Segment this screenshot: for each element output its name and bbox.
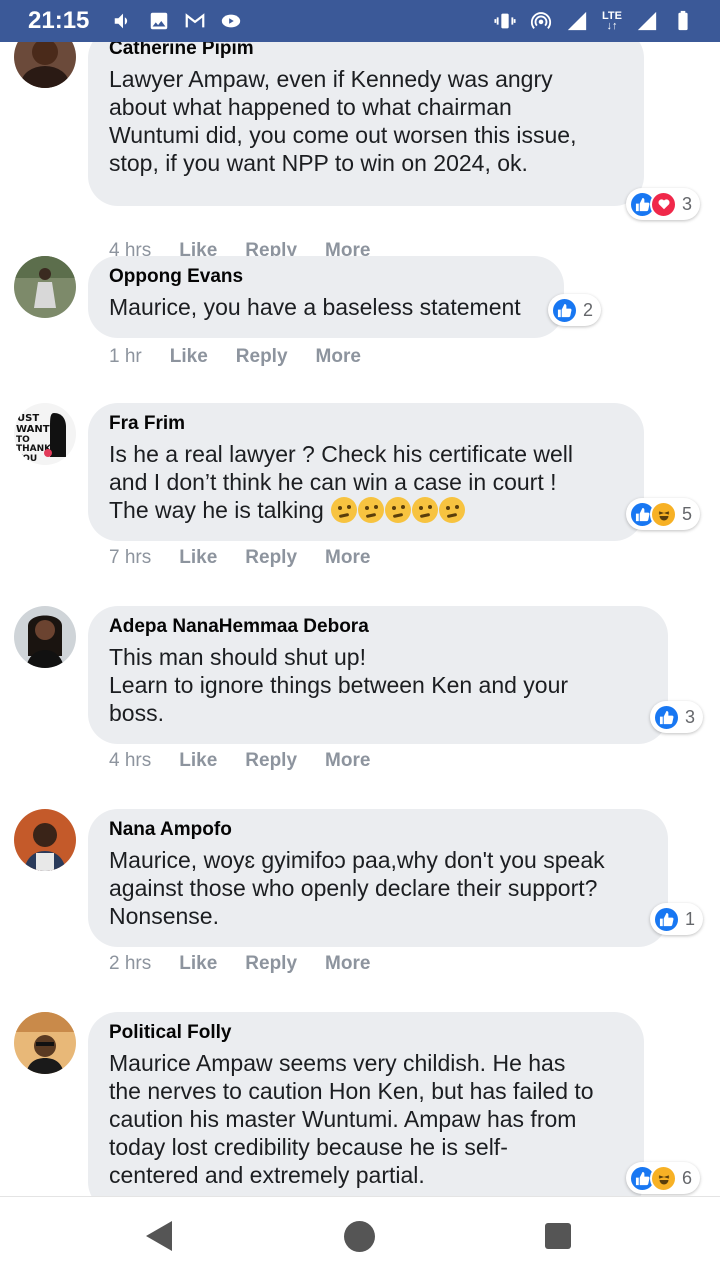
svg-text:YOU: YOU	[15, 454, 37, 464]
reaction-count: 2	[583, 299, 594, 320]
reaction-count: 1	[685, 908, 696, 929]
more-button[interactable]: More	[325, 750, 370, 772]
comment-text: Maurice, you have a baseless statement	[109, 294, 521, 320]
reply-button[interactable]: Reply	[245, 750, 297, 772]
navigation-bar	[0, 1196, 720, 1280]
haha-reaction-icon	[650, 1164, 677, 1192]
comment-actions: 4 hrs Like Reply More	[109, 750, 398, 772]
reaction-count: 6	[682, 1167, 693, 1188]
like-button[interactable]: Like	[179, 547, 217, 569]
like-reaction-icon	[653, 703, 680, 731]
thinking-face-emoji	[331, 497, 358, 523]
thinking-face-emoji	[439, 497, 466, 523]
avatar[interactable]	[14, 606, 76, 668]
signal-icon	[567, 11, 587, 31]
comment-bubble[interactable]: Adepa NanaHemmaa Debora This man should …	[88, 606, 668, 744]
reply-button[interactable]: Reply	[245, 547, 297, 569]
avatar[interactable]	[14, 1012, 76, 1074]
media-icon	[221, 14, 241, 28]
notification-icons	[112, 10, 242, 32]
like-button[interactable]: Like	[179, 750, 217, 772]
comment-author[interactable]: Political Folly	[109, 1020, 624, 1046]
comment-text: Maurice Ampaw seems very childish. He ha…	[109, 1050, 594, 1188]
comment-author[interactable]: Nana Ampofo	[109, 817, 648, 843]
more-button[interactable]: More	[316, 346, 361, 368]
comment-actions: 7 hrs Like Reply More	[109, 547, 398, 569]
recents-icon[interactable]	[545, 1223, 571, 1249]
reaction-summary[interactable]: 1	[650, 903, 704, 935]
avatar[interactable]	[14, 256, 76, 318]
svg-text:WANT: WANT	[16, 424, 50, 435]
comments-feed[interactable]: Catherine Pipim Lawyer Ampaw, even if Ke…	[0, 42, 720, 1196]
network-type: LTE	[602, 10, 622, 22]
gmail-icon	[185, 13, 205, 28]
comment-time: 7 hrs	[109, 547, 152, 568]
avatar[interactable]	[14, 42, 76, 88]
status-time: 21:15	[28, 7, 90, 34]
comment-text: Lawyer Ampaw, even if Kennedy was angry …	[109, 66, 577, 176]
reaction-summary[interactable]: 3	[650, 701, 704, 733]
status-bar: 21:15 LTE ↓↑	[0, 0, 720, 42]
battery-icon	[678, 10, 688, 31]
image-icon	[150, 12, 168, 30]
back-icon[interactable]	[146, 1221, 172, 1251]
comment-time: 4 hrs	[109, 750, 152, 771]
like-reaction-icon	[653, 905, 680, 933]
comment-bubble[interactable]: Political Folly Maurice Ampaw seems very…	[88, 1012, 644, 1196]
home-icon[interactable]	[344, 1221, 375, 1252]
comment-author[interactable]: Catherine Pipim	[109, 42, 624, 62]
comment-actions: 1 hr Like Reply More	[109, 346, 389, 368]
reaction-summary[interactable]: 2	[548, 294, 602, 326]
comment-bubble[interactable]: Catherine Pipim Lawyer Ampaw, even if Ke…	[88, 42, 644, 206]
comment-bubble[interactable]: Fra Frim Is he a real lawyer ? Check his…	[88, 403, 644, 541]
thinking-face-emoji	[358, 497, 385, 523]
comment-author[interactable]: Oppong Evans	[109, 264, 544, 290]
reaction-summary[interactable]: 6	[626, 1162, 701, 1194]
comment-text: This man should shut up! Learn to ignore…	[109, 644, 569, 726]
reaction-summary[interactable]: 3	[626, 188, 701, 220]
comment-author[interactable]: Fra Frim	[109, 411, 624, 437]
comment-text: Is he a real lawyer ? Check his certific…	[109, 440, 624, 524]
reply-button[interactable]: Reply	[236, 346, 288, 368]
comment-actions: 2 hrs Like Reply More	[109, 953, 398, 975]
reaction-count: 5	[682, 503, 693, 524]
hotspot-icon	[530, 12, 552, 29]
avatar[interactable]: UST WANT TO THANK YOU	[14, 403, 76, 465]
more-button[interactable]: More	[325, 953, 370, 975]
like-reaction-icon	[551, 296, 578, 324]
more-button[interactable]: More	[325, 547, 370, 569]
haha-reaction-icon	[650, 500, 677, 528]
love-reaction-icon	[650, 190, 677, 218]
lte-icon: LTE ↓↑	[602, 10, 622, 32]
signal-icon-2	[637, 11, 657, 31]
thinking-face-emoji	[385, 497, 412, 523]
reaction-count: 3	[685, 706, 696, 727]
avatar[interactable]	[14, 809, 76, 871]
vibrate-icon	[494, 13, 516, 29]
volume-icon	[114, 13, 128, 29]
reply-button[interactable]: Reply	[245, 953, 297, 975]
comment-time: 1 hr	[109, 346, 142, 367]
like-button[interactable]: Like	[179, 953, 217, 975]
comment-time: 2 hrs	[109, 953, 152, 974]
like-button[interactable]: Like	[170, 346, 208, 368]
reaction-summary[interactable]: 5	[626, 498, 701, 530]
comment-bubble[interactable]: Nana Ampofo Maurice, woyɛ gyimifoɔ paa,w…	[88, 809, 668, 947]
system-icons: LTE ↓↑	[494, 8, 694, 34]
comment-author[interactable]: Adepa NanaHemmaa Debora	[109, 614, 648, 640]
reaction-count: 3	[682, 193, 693, 214]
comment-text: Maurice, woyɛ gyimifoɔ paa,why don't you…	[109, 847, 605, 929]
svg-text:UST: UST	[17, 413, 39, 424]
comment-bubble[interactable]: Oppong Evans Maurice, you have a baseles…	[88, 256, 564, 338]
thinking-face-emoji	[412, 497, 439, 523]
